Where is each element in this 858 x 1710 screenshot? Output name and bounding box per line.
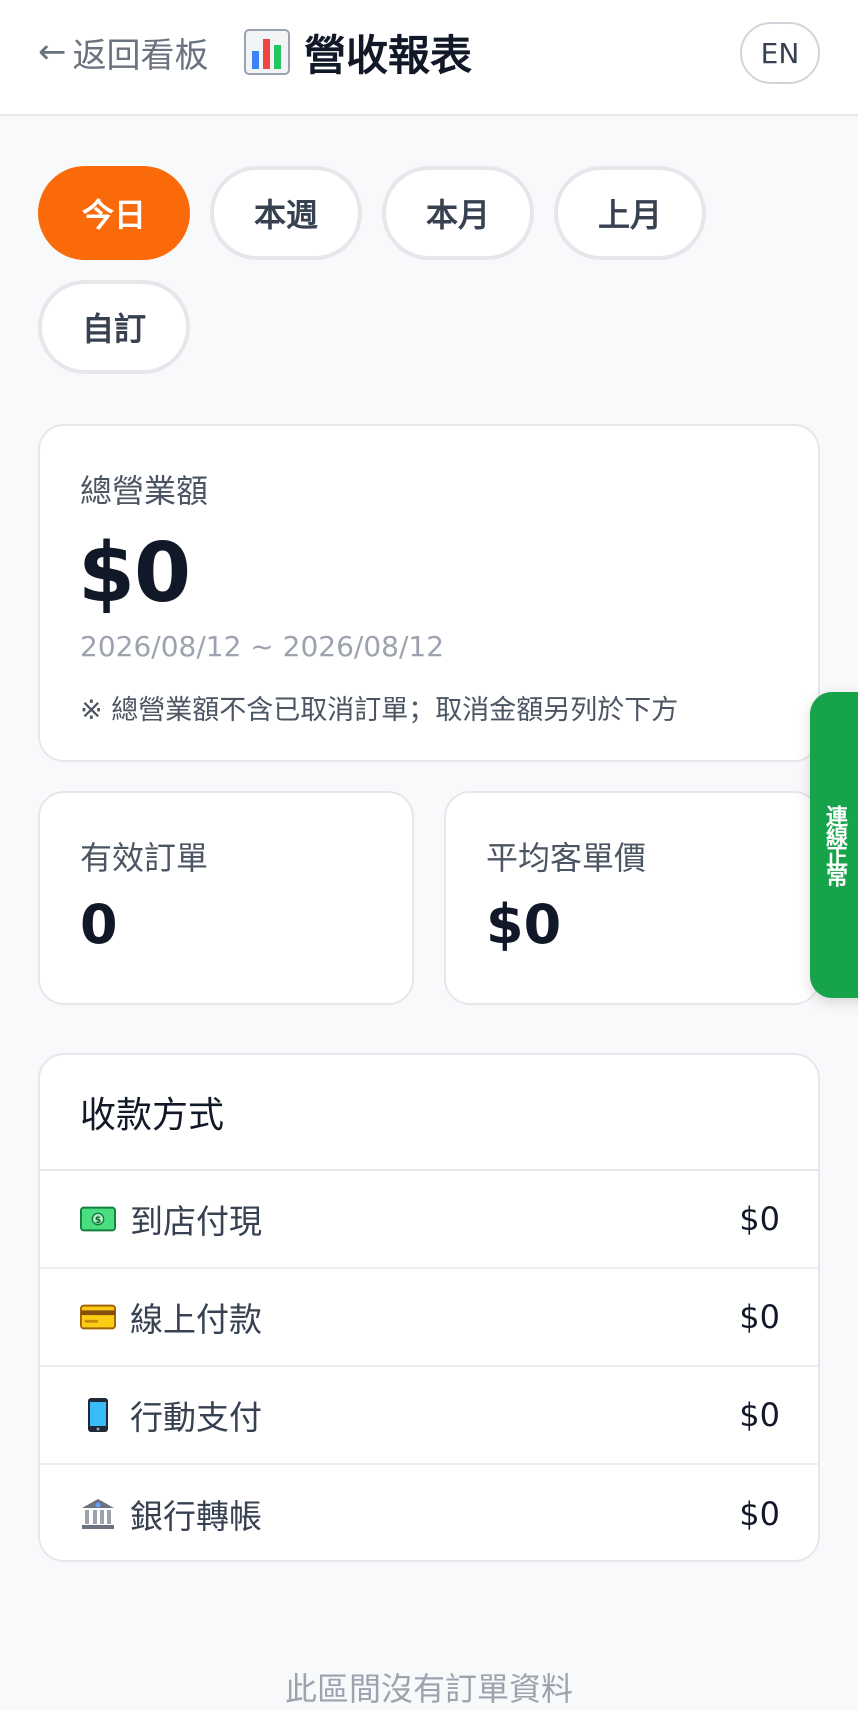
- page-title-group: 營收報表: [244, 26, 472, 80]
- payment-methods-card: 收款方式 $ 到店付現 $0 線上付款 $0 行動支付 $0 銀行轉帳 $0: [38, 1053, 820, 1562]
- payment-row-bank: 銀行轉帳 $0: [40, 1465, 818, 1560]
- payment-amount: $0: [739, 1396, 780, 1434]
- payment-label: 銀行轉帳: [130, 1497, 262, 1536]
- payment-label: 線上付款: [130, 1300, 262, 1339]
- empty-state-message: 此區間沒有訂單資料: [284, 1670, 573, 1708]
- payment-methods-title: 收款方式: [40, 1055, 818, 1171]
- credit-card-icon: [80, 1299, 116, 1335]
- back-label: 返回看板: [72, 35, 209, 76]
- payment-amount: $0: [739, 1200, 780, 1238]
- total-revenue-card: 總營業額 $0 2026/08/12 ~ 2026/08/12 ※ 總營業額不含…: [38, 424, 820, 762]
- valid-orders-card: 有效訂單 0: [38, 791, 414, 1005]
- period-tab-this-week[interactable]: 本週: [210, 166, 362, 260]
- cash-icon: $: [80, 1201, 116, 1237]
- back-to-dashboard-link[interactable]: ← 返回看板: [38, 28, 209, 76]
- top-bar: ← 返回看板 營收報表 EN: [0, 0, 858, 116]
- mobile-phone-icon: [80, 1397, 116, 1433]
- revenue-note: ※ 總營業額不含已取消訂單；取消金額另列於下方: [80, 695, 679, 726]
- period-tab-this-month[interactable]: 本月: [382, 166, 534, 260]
- page-title: 營收報表: [304, 30, 473, 80]
- payment-row-online: 線上付款 $0: [40, 1269, 818, 1367]
- bar-chart-icon: [244, 29, 290, 75]
- valid-orders-value: 0: [80, 893, 118, 956]
- valid-orders-label: 有效訂單: [80, 839, 209, 877]
- average-ticket-card: 平均客單價 $0: [444, 791, 820, 1005]
- bank-icon: [80, 1496, 116, 1532]
- total-revenue-amount: $0: [78, 526, 191, 621]
- payment-amount: $0: [739, 1495, 780, 1533]
- payment-row-cash: $ 到店付現 $0: [40, 1171, 818, 1269]
- average-ticket-label: 平均客單價: [486, 839, 647, 877]
- svg-text:$: $: [95, 1215, 102, 1226]
- payment-label: 行動支付: [130, 1398, 262, 1437]
- payment-amount: $0: [739, 1298, 780, 1336]
- connection-status-tab[interactable]: 連線正常: [810, 692, 858, 998]
- payment-row-mobile: 行動支付 $0: [40, 1367, 818, 1465]
- payment-label: 到店付現: [130, 1202, 262, 1241]
- language-toggle-button[interactable]: EN: [740, 22, 820, 84]
- back-arrow-icon: ←: [38, 32, 67, 72]
- date-range: 2026/08/12 ~ 2026/08/12: [80, 630, 445, 663]
- total-revenue-label: 總營業額: [80, 472, 209, 510]
- connection-status-text: 連線正常: [822, 805, 847, 885]
- average-ticket-value: $0: [486, 893, 562, 956]
- period-tab-last-month[interactable]: 上月: [554, 166, 706, 260]
- period-tab-custom[interactable]: 自訂: [38, 280, 190, 374]
- period-tab-today[interactable]: 今日: [38, 166, 190, 260]
